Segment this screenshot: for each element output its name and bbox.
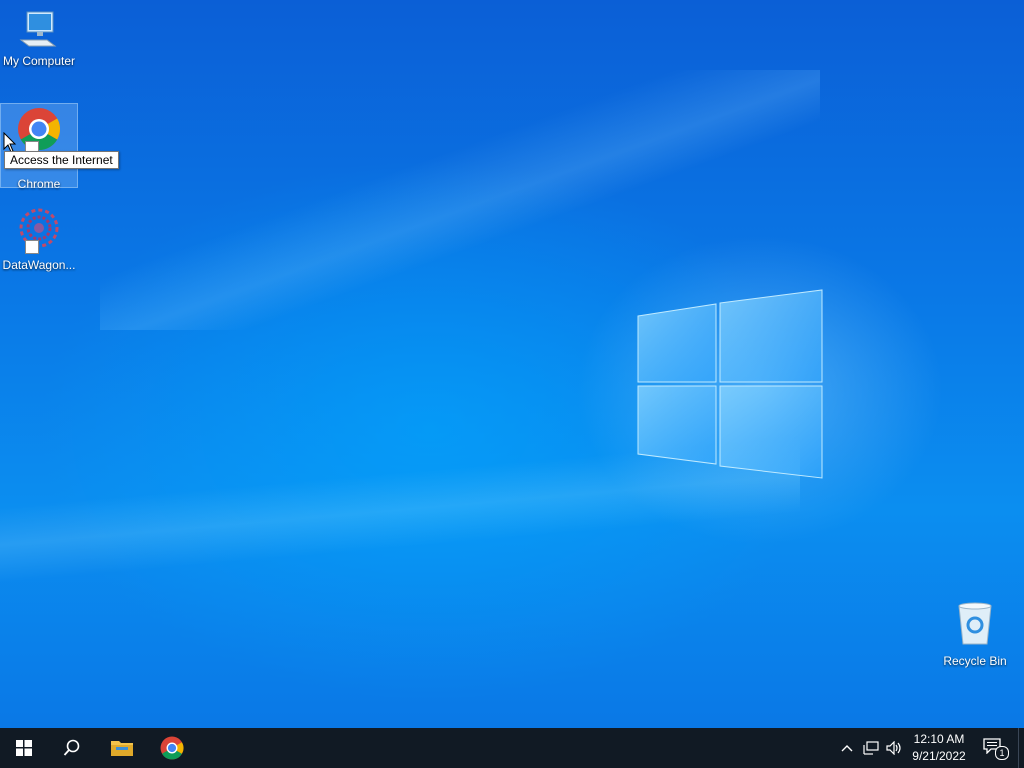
- chrome-icon: [160, 736, 184, 760]
- desktop-icon-recycle-bin[interactable]: Recycle Bin: [937, 600, 1013, 668]
- search-icon: [63, 739, 80, 756]
- clock[interactable]: 12:10 AM 9/21/2022: [904, 731, 974, 765]
- file-explorer-icon: [111, 741, 133, 756]
- taskbar-chrome[interactable]: [148, 728, 196, 768]
- windows-start-icon: [16, 740, 32, 756]
- windows-logo-wallpaper: [637, 289, 823, 479]
- taskbar: 12:10 AM 9/21/2022 1: [0, 728, 1024, 768]
- shortcut-arrow-icon: [25, 240, 39, 254]
- network-button[interactable]: [860, 728, 882, 768]
- desktop-icon-my-computer[interactable]: My Computer: [1, 8, 77, 68]
- datawagon-icon: [19, 208, 59, 248]
- computer-icon: [19, 11, 57, 47]
- desktop-icon-label: Chrome: [17, 177, 61, 191]
- speaker-icon: [886, 741, 901, 755]
- search-button[interactable]: [48, 728, 96, 768]
- network-icon: [863, 741, 879, 755]
- volume-button[interactable]: [884, 728, 904, 768]
- desktop-icon-label: DataWagon...: [2, 258, 76, 272]
- clock-date: 9/21/2022: [912, 749, 966, 763]
- desktop-icon-label: My Computer: [2, 54, 76, 68]
- start-button[interactable]: [0, 728, 48, 768]
- clock-time: 12:10 AM: [913, 732, 965, 746]
- taskbar-file-explorer[interactable]: [98, 728, 146, 768]
- chevron-up-icon: [841, 745, 853, 752]
- chrome-icon: [18, 108, 61, 151]
- action-center-button[interactable]: 1: [978, 728, 1010, 768]
- show-desktop-button[interactable]: [1018, 728, 1024, 768]
- recycle-bin-icon: [958, 602, 992, 645]
- desktop[interactable]: My Computer Chrome DataWagon... Recycle …: [0, 0, 1024, 728]
- notification-count-badge: 1: [995, 746, 1009, 760]
- show-hidden-icons-button[interactable]: [837, 728, 857, 768]
- tooltip: Access the Internet: [4, 151, 119, 169]
- desktop-icon-label: Recycle Bin: [943, 654, 1007, 668]
- desktop-icon-datawagon[interactable]: DataWagon...: [1, 206, 77, 272]
